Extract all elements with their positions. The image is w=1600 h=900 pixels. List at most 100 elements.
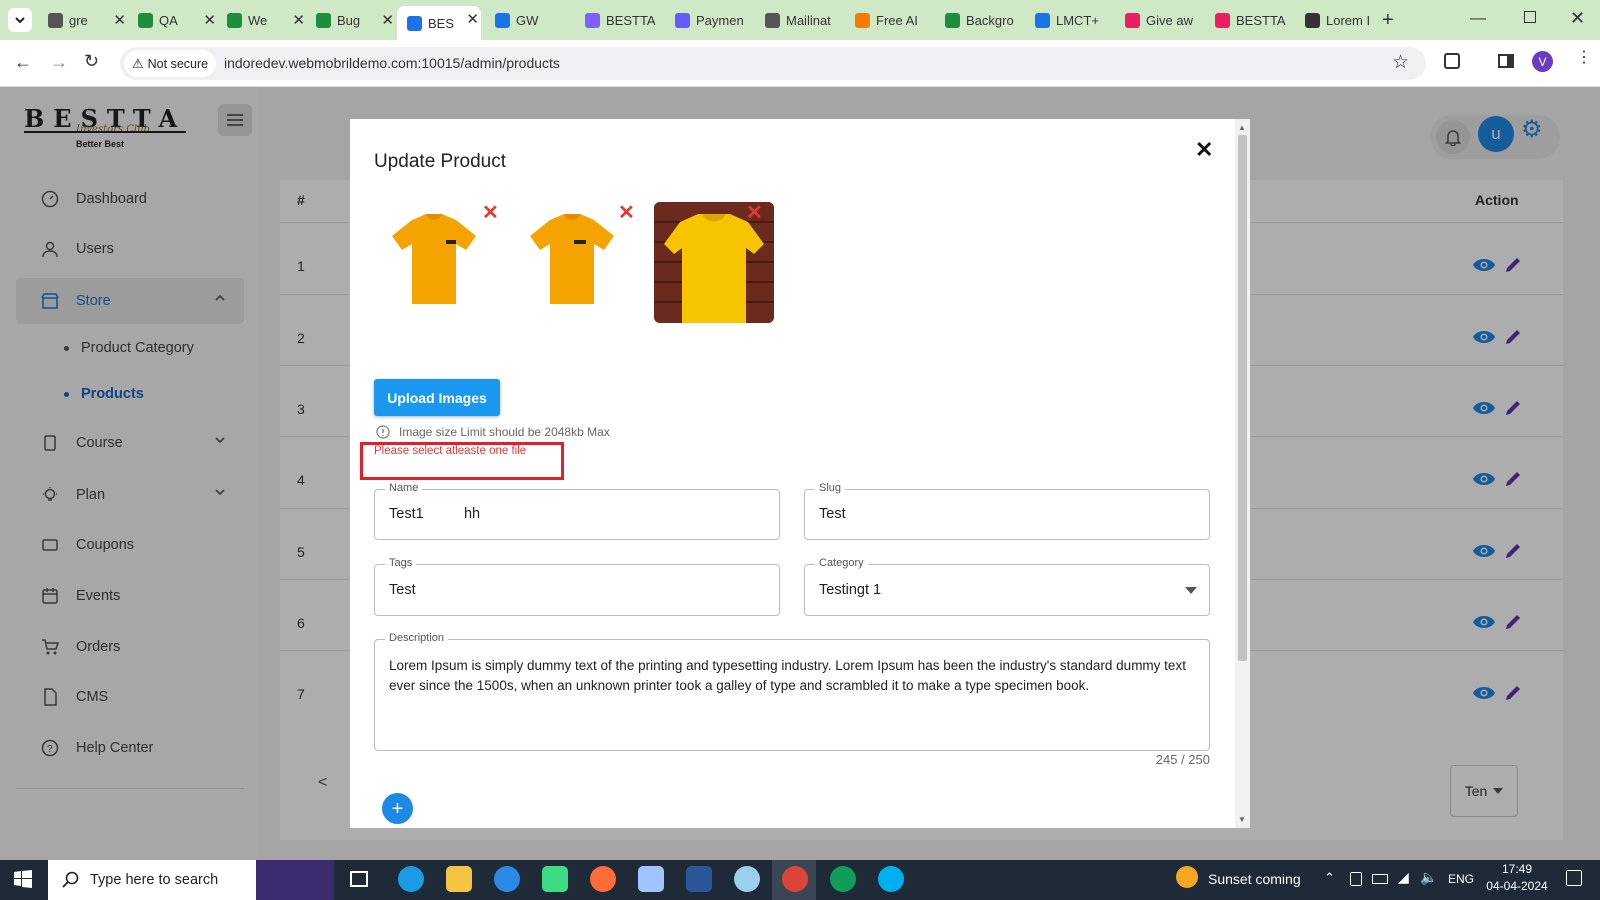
- notifications-center-icon[interactable]: [1566, 870, 1582, 886]
- tags-field[interactable]: Tags Test: [374, 557, 780, 616]
- tab-close-icon[interactable]: ✕: [466, 10, 479, 28]
- minimize-button[interactable]: —: [1470, 10, 1486, 28]
- scroll-down-arrow-icon[interactable]: ▼: [1238, 815, 1246, 824]
- reload-icon[interactable]: ↻: [84, 51, 99, 72]
- search-placeholder: Type here to search: [90, 872, 219, 888]
- edge-icon[interactable]: [398, 866, 424, 892]
- tab-close-icon[interactable]: ✕: [381, 11, 394, 29]
- modal-scrollbar[interactable]: ▲ ▼: [1235, 119, 1250, 828]
- product-image-1: [374, 202, 494, 323]
- tab-label: Lorem I: [1326, 13, 1371, 28]
- tab-favicon-icon: [48, 13, 63, 28]
- tab-favicon-icon: [227, 13, 242, 28]
- slug-input-value[interactable]: Test: [819, 506, 846, 522]
- browser-tab[interactable]: Mailinat: [765, 7, 845, 34]
- browser-tab[interactable]: Backgro: [945, 7, 1025, 34]
- file-explorer-icon[interactable]: [446, 866, 472, 892]
- tab-favicon-icon: [1125, 13, 1140, 28]
- browser-tab[interactable]: Free AI: [855, 7, 935, 34]
- back-arrow-icon[interactable]: ←: [14, 52, 32, 73]
- upload-images-button[interactable]: Upload Images: [374, 379, 500, 416]
- category-select[interactable]: Category Testingt 1: [804, 557, 1210, 616]
- browser-tab[interactable]: QA ✕: [138, 7, 218, 34]
- weather-sun-icon[interactable]: [1176, 866, 1198, 888]
- update-product-modal: Update Product ✕ ✕ ✕ ✕ Upload Images Ima…: [350, 119, 1250, 828]
- name-field[interactable]: Name Test1 hh: [374, 482, 780, 540]
- bookmark-star-icon[interactable]: ☆: [1392, 51, 1409, 74]
- tab-label: Bug: [337, 13, 361, 28]
- chrome-profile-icon[interactable]: [830, 866, 856, 892]
- tab-label: LMCT+: [1056, 13, 1099, 28]
- tab-search-button[interactable]: [8, 8, 32, 32]
- modal-title: Update Product: [374, 151, 507, 172]
- browser-tab-bar: gre ✕ QA ✕ We ✕ Bug ✕ BES ✕ GW BESTTA Paymen Mailinat…: [0, 0, 1600, 40]
- scroll-up-arrow-icon[interactable]: ▲: [1238, 123, 1246, 132]
- omnibox[interactable]: ⚠ Not secure indoredev.webmobrildemo.com…: [120, 47, 1426, 80]
- description-textarea[interactable]: Lorem Ipsum is simply dummy text of the …: [389, 656, 1189, 696]
- close-icon[interactable]: ✕: [1195, 137, 1213, 163]
- tags-input-value[interactable]: Test: [389, 582, 416, 598]
- language-indicator[interactable]: ENG: [1448, 872, 1474, 886]
- windows-start-icon[interactable]: [14, 870, 32, 888]
- android-studio-icon[interactable]: [542, 866, 568, 892]
- tray-chevron-up-icon[interactable]: ⌃: [1324, 870, 1335, 886]
- weather-text[interactable]: Sunset coming: [1208, 871, 1301, 887]
- caret-down-icon: [1185, 587, 1197, 594]
- security-chip[interactable]: ⚠ Not secure: [124, 50, 217, 77]
- product-image-2: [512, 202, 632, 323]
- tab-close-icon[interactable]: ✕: [203, 11, 216, 29]
- remove-image-1-button[interactable]: ✕: [482, 203, 499, 223]
- tab-favicon-icon: [855, 13, 870, 28]
- browser-tab[interactable]: GW: [495, 7, 575, 34]
- browser-tab[interactable]: LMCT+: [1035, 7, 1115, 34]
- extensions-icon[interactable]: [1444, 53, 1460, 69]
- tab-close-icon[interactable]: ✕: [292, 11, 305, 29]
- browser-menu-icon[interactable]: ⋮: [1576, 50, 1592, 66]
- remove-image-3-button[interactable]: ✕: [746, 203, 763, 223]
- task-view-icon[interactable]: [350, 871, 368, 887]
- skype-icon[interactable]: [878, 866, 904, 892]
- add-button[interactable]: +: [382, 793, 413, 824]
- tab-favicon-icon: [1215, 13, 1230, 28]
- forward-arrow-icon[interactable]: →: [50, 52, 68, 73]
- clock-date[interactable]: 04-04-2024: [1482, 879, 1552, 893]
- tab-label: Free AI: [876, 13, 918, 28]
- battery-icon[interactable]: [1372, 874, 1388, 884]
- description-field[interactable]: Description Lorem Ipsum is simply dummy …: [374, 632, 1210, 751]
- meet-now-icon[interactable]: [1350, 872, 1362, 886]
- remove-image-2-button[interactable]: ✕: [618, 203, 635, 223]
- tab-favicon-icon: [316, 13, 331, 28]
- browser-tab[interactable]: BESTTA: [1215, 7, 1295, 34]
- browser-tab[interactable]: BESTTA: [585, 7, 665, 34]
- browser-tab[interactable]: gre ✕: [48, 7, 128, 34]
- restore-button[interactable]: [1524, 11, 1536, 23]
- clock-time[interactable]: 17:49: [1482, 862, 1552, 876]
- notepad-icon[interactable]: [638, 866, 664, 892]
- side-panel-icon[interactable]: [1498, 54, 1514, 68]
- browser-tab[interactable]: Lorem I: [1305, 7, 1385, 34]
- volume-icon[interactable]: 🔈: [1420, 869, 1437, 886]
- url-text[interactable]: indoredev.webmobrildemo.com:10015/admin/…: [224, 55, 560, 71]
- wifi-icon[interactable]: ◢: [1398, 869, 1409, 886]
- new-tab-button[interactable]: +: [1382, 9, 1394, 32]
- tshirt-image: [530, 214, 614, 304]
- browser-tab[interactable]: Bug ✕: [316, 7, 396, 34]
- scrollbar-thumb[interactable]: [1238, 135, 1247, 661]
- tab-label: GW: [516, 13, 539, 28]
- chrome-icon[interactable]: [782, 866, 808, 892]
- thunderbird-icon[interactable]: [494, 866, 520, 892]
- profile-avatar[interactable]: V: [1532, 51, 1553, 72]
- taskbar-search-box[interactable]: Type here to search: [48, 860, 334, 900]
- browser-tab[interactable]: We ✕: [227, 7, 307, 34]
- tab-close-icon[interactable]: ✕: [113, 11, 126, 29]
- close-window-button[interactable]: ✕: [1570, 8, 1585, 29]
- slug-field[interactable]: Slug Test: [804, 482, 1210, 540]
- paint-icon[interactable]: [734, 866, 760, 892]
- description-char-counter: 245 / 250: [1155, 752, 1210, 767]
- word-icon[interactable]: [686, 866, 712, 892]
- name-input-value[interactable]: Test1 hh: [389, 506, 480, 522]
- browser-tab[interactable]: BES ✕: [397, 6, 481, 40]
- browser-tab[interactable]: Give aw: [1125, 7, 1205, 34]
- browser-tab[interactable]: Paymen: [675, 7, 755, 34]
- postman-icon[interactable]: [590, 866, 616, 892]
